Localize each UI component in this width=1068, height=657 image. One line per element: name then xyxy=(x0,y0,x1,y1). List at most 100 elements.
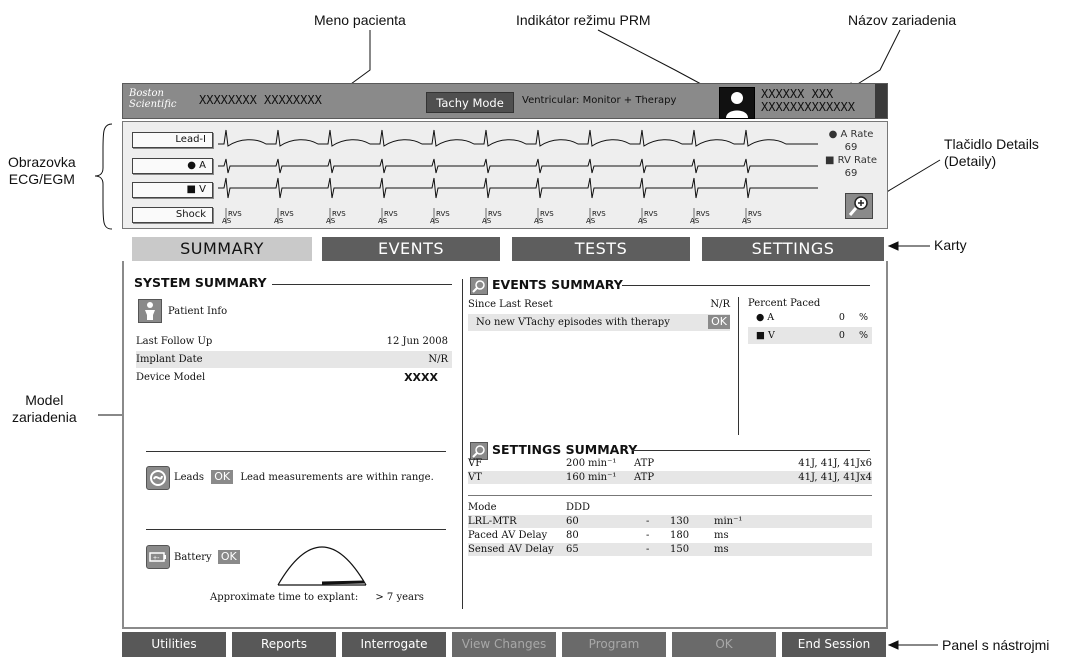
callout-device-name: Názov zariadenia xyxy=(848,12,957,28)
tab-settings[interactable]: SETTINGS xyxy=(702,237,884,261)
callout-prm-mode: Indikátor režimu PRM xyxy=(516,12,651,28)
callout-details-button: Tlačidlo Details (Detaily) xyxy=(944,136,1039,169)
device-model-value: XXXX xyxy=(404,371,438,384)
leads-icon[interactable] xyxy=(146,466,170,490)
battery-ok-badge: OK xyxy=(217,550,240,564)
callout-patient-name: Meno pacienta xyxy=(314,12,406,28)
device-name: XXXXXX XXX XXXXXXXXXXXXX xyxy=(761,88,855,114)
lead-v-button[interactable]: ■ V xyxy=(132,182,213,198)
ok-button[interactable]: OK xyxy=(672,632,776,657)
since-last-reset-label: Since Last Reset xyxy=(468,299,553,310)
patient-info-label[interactable]: Patient Info xyxy=(168,303,227,320)
paced-divider xyxy=(738,297,739,435)
zone-rate: 200 xyxy=(566,458,586,469)
rv-rate-value: 69 xyxy=(844,168,858,179)
rv-rate-label: ■ RV Rate xyxy=(825,155,877,166)
paced-v-value: 0 xyxy=(838,330,845,341)
brady-dash: - xyxy=(646,544,650,555)
beat-marker-as: AS xyxy=(326,217,336,225)
beat-marker-as: AS xyxy=(430,217,440,225)
zone-row-vt: VT 160 min⁻¹ ATP 41J, 41J, 41Jx4 xyxy=(468,471,872,484)
leads-message: Lead measurements are within range. xyxy=(240,472,434,483)
brady-row-sensed-av: Sensed AV Delay 65 - 150 ms xyxy=(468,543,872,556)
toolbar: Utilities Reports Interrogate View Chang… xyxy=(122,632,888,657)
patient-name: XXXXXXXX XXXXXXXX xyxy=(199,93,322,107)
zone-therapy: ATP xyxy=(634,472,655,483)
lead-a-button[interactable]: ● A xyxy=(132,158,213,174)
zone-therapy: ATP xyxy=(634,458,655,469)
patient-info-icon[interactable] xyxy=(138,299,162,323)
brady-value-low: 80 xyxy=(566,530,579,541)
paced-row: ● A % 0 xyxy=(748,309,872,326)
system-summary-title: SYSTEM SUMMARY xyxy=(134,275,267,290)
leads-status: Leads OK Lead measurements are within ra… xyxy=(174,469,434,486)
brady-value-high: 130 xyxy=(670,516,690,527)
tab-bar: SUMMARY EVENTS TESTS SETTINGS xyxy=(122,237,888,261)
settings-summary-title: SETTINGS SUMMARY xyxy=(492,442,638,457)
column-divider xyxy=(462,279,463,609)
events-row: No new VTachy episodes with therapy OK xyxy=(468,314,730,331)
boston-scientific-logo: Boston Scientific xyxy=(129,88,177,110)
events-summary-icon[interactable] xyxy=(470,277,488,295)
brady-label: LRL-MTR xyxy=(468,516,517,527)
brady-value-low: 60 xyxy=(566,516,579,527)
tachy-mode-button[interactable]: Tachy Mode xyxy=(426,92,514,113)
leads-label: Leads xyxy=(174,472,205,483)
summary-panel: SYSTEM SUMMARY Patient Info Last Follow … xyxy=(122,261,888,629)
utilities-button[interactable]: Utilities xyxy=(122,632,226,657)
lead-i-button[interactable]: Lead-I xyxy=(132,132,213,148)
beat-marker-as: AS xyxy=(378,217,388,225)
paced-row: ■ V % 0 xyxy=(748,327,872,344)
title-divider xyxy=(622,285,870,286)
callout-tabs: Karty xyxy=(934,237,967,253)
battery-icon[interactable]: +- xyxy=(146,545,170,569)
paced-v-label: ■ V xyxy=(756,330,775,341)
reports-button[interactable]: Reports xyxy=(232,632,336,657)
brady-label: Mode xyxy=(468,502,497,513)
zone-unit: min⁻¹ xyxy=(588,472,617,483)
brady-label: Paced AV Delay xyxy=(468,530,548,541)
brady-dash: - xyxy=(646,530,650,541)
explant-estimate: Approximate time to explant: > 7 years xyxy=(210,589,424,606)
ecg-trace-3 xyxy=(218,177,818,199)
callout-ecg-screen: Obrazovka ECG/EGM xyxy=(8,154,76,187)
brady-label: Sensed AV Delay xyxy=(468,544,554,555)
vtachy-message: No new VTachy episodes with therapy xyxy=(476,317,670,328)
a-rate-label: ● A Rate xyxy=(828,129,874,140)
divider xyxy=(468,495,872,496)
battery-status: Battery OK xyxy=(174,549,240,566)
brady-unit: ms xyxy=(714,544,729,555)
last-follow-up-value: 12 Jun 2008 xyxy=(386,336,448,347)
implant-date-value: N/R xyxy=(428,354,448,365)
callout-toolbar: Panel s nástrojmi xyxy=(942,637,1050,653)
person-icon xyxy=(719,87,755,119)
zone-row-vf: VF 200 min⁻¹ ATP 41J, 41J, 41Jx6 xyxy=(468,457,872,470)
leads-ok-badge: OK xyxy=(211,470,234,484)
tab-summary[interactable]: SUMMARY xyxy=(132,237,312,261)
brady-value-low: 65 xyxy=(566,544,579,555)
device-model-label: Device Model xyxy=(136,372,206,383)
paced-a-label: ● A xyxy=(756,312,775,323)
title-divider xyxy=(272,284,452,285)
brady-row-mode: Mode DDD xyxy=(468,501,872,514)
callout-device-model: Model zariadenia xyxy=(12,392,77,425)
tab-events[interactable]: EVENTS xyxy=(322,237,500,261)
view-changes-button[interactable]: View Changes xyxy=(452,632,556,657)
brady-row-paced-av: Paced AV Delay 80 - 180 ms xyxy=(468,529,872,542)
shock-lead-button[interactable]: Shock xyxy=(132,207,213,223)
details-button[interactable] xyxy=(845,193,873,219)
brady-unit: min⁻¹ xyxy=(714,516,743,527)
beat-marker-as: AS xyxy=(482,217,492,225)
interrogate-button[interactable]: Interrogate xyxy=(342,632,446,657)
beat-marker-as: AS xyxy=(638,217,648,225)
title-divider xyxy=(632,450,870,451)
events-row: Since Last Reset N/R xyxy=(468,296,730,313)
tab-tests[interactable]: TESTS xyxy=(512,237,690,261)
svg-text:+-: +- xyxy=(153,555,160,562)
explant-label: Approximate time to explant: xyxy=(210,592,359,603)
beat-marker-as: AS xyxy=(222,217,232,225)
summary-row: Implant Date N/R xyxy=(136,351,452,368)
end-session-button[interactable]: End Session xyxy=(782,632,886,657)
program-button[interactable]: Program xyxy=(562,632,666,657)
events-summary-title: EVENTS SUMMARY xyxy=(492,277,623,292)
